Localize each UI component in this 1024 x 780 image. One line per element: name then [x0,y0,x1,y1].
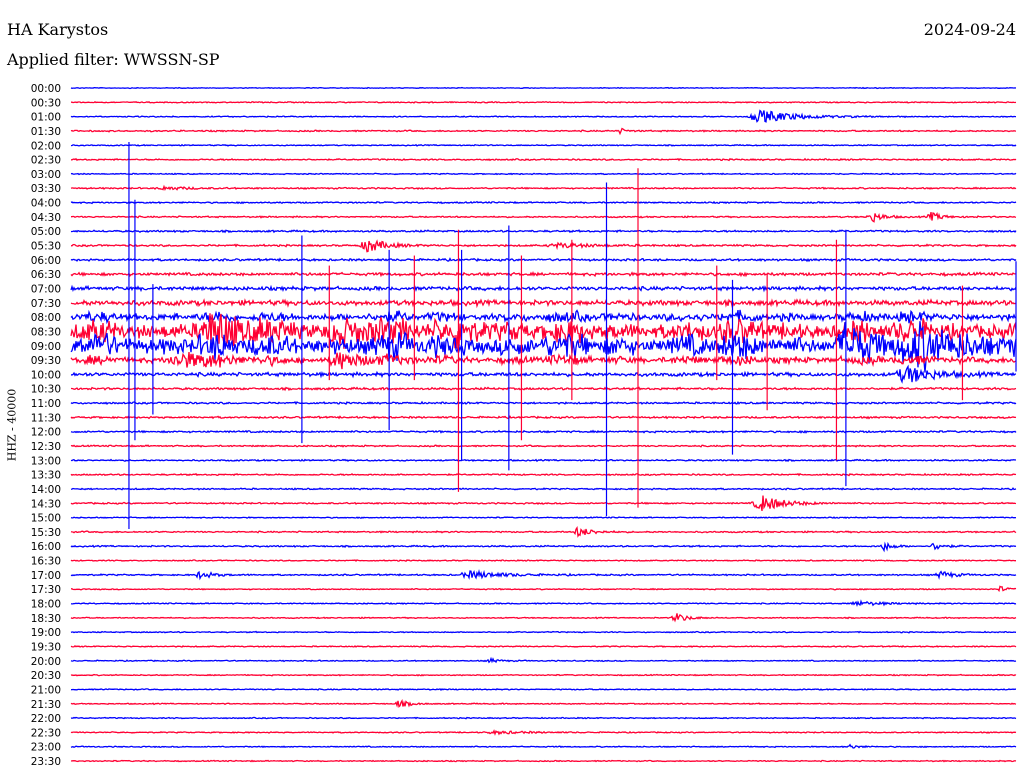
row-time-label: 21:30 [31,699,61,711]
row-time-label: 09:00 [31,341,61,353]
trace-row-2200 [70,716,1017,720]
row-time-label: 08:00 [31,312,61,324]
row-time-label: 05:00 [31,226,61,238]
row-time-label: 11:30 [31,412,61,424]
trace-row-1330 [70,472,1017,477]
trace-row-1230 [70,444,1017,448]
row-time-label: 06:30 [31,269,61,281]
row-time-label: 07:30 [31,298,61,310]
row-time-label: 10:30 [31,384,61,396]
row-time-label: 01:30 [31,126,61,138]
trace-row-1200 [70,429,1017,434]
row-time-label: 23:30 [31,756,61,768]
row-time-label: 18:00 [31,599,61,611]
trace-row-1600 [70,541,1017,553]
row-time-label: 18:30 [31,613,61,625]
trace-row-1000 [70,364,1017,384]
row-time-label: 20:30 [31,670,61,682]
row-time-label: 09:30 [31,355,61,367]
trace-row-1630 [70,559,1016,562]
trace-row-0630 [70,271,1016,278]
row-time-label: 11:00 [31,398,61,410]
trace-row-1100 [70,400,1017,406]
row-time-label: 04:30 [31,212,61,224]
row-time-label: 13:00 [31,455,61,467]
trace-row-0930 [70,352,1017,370]
row-time-label: 22:00 [31,713,61,725]
trace-row-0200 [70,143,1017,147]
trace-row-1030 [71,386,1017,392]
row-time-label: 00:30 [31,97,61,109]
trace-row-0300 [70,172,1017,176]
trace-row-0730 [70,298,1017,309]
trace-row-0230 [71,157,1017,162]
row-time-label: 17:30 [31,584,61,596]
trace-row-2030 [70,673,1017,677]
trace-row-0600 [70,257,1017,263]
trace-row-1430 [70,495,1017,512]
trace-row-0400 [70,200,1017,205]
trace-row-0100 [70,109,1016,123]
trace-row-0430 [71,211,1017,223]
row-time-label: 03:30 [31,183,61,195]
helicorder-plot: 00:00 00:30 01:00 01:30 02:00 02:30 03:00 03:30… [31,83,1017,768]
row-time-label: 13:30 [31,470,61,482]
trace-row-1800 [70,599,1017,607]
row-time-label: 19:30 [31,641,61,653]
row-time-label: 22:30 [31,727,61,739]
trace-row-0500 [70,229,1017,234]
row-time-label: 05:30 [31,241,61,253]
trace-row-2100 [70,687,1017,691]
trace-row-1930 [70,645,1017,648]
row-time-label: 19:00 [31,627,61,639]
row-time-label: 16:30 [31,556,61,568]
trace-row-1530 [70,525,1017,538]
trace-row-0530 [70,239,1017,253]
trace-row-1130 [70,415,1017,420]
row-time-label: 10:00 [31,369,61,381]
trace-row-2300 [70,743,1017,749]
row-time-label: 14:30 [31,498,61,510]
row-time-label: 16:00 [31,541,61,553]
row-time-label: 12:00 [31,427,61,439]
row-time-label: 03:00 [31,169,61,181]
trace-row-1700 [70,569,1017,581]
row-time-label: 23:00 [31,742,61,754]
trace-row-1400 [70,487,1017,491]
row-time-label: 17:00 [31,570,61,582]
trace-row-2000 [70,656,1017,664]
trace-row-0030 [71,100,1017,104]
trace-row-1300 [70,458,1017,463]
row-time-label: 15:00 [31,513,61,525]
row-time-label: 08:30 [31,326,61,338]
row-time-label: 12:30 [31,441,61,453]
row-time-label: 20:00 [31,656,61,668]
trace-row-0000 [70,86,1017,90]
row-time-label: 21:00 [31,684,61,696]
row-time-label: 00:00 [31,83,61,95]
row-time-label: 06:00 [31,255,61,267]
trace-row-2230 [70,729,1017,736]
trace-row-1500 [70,516,1017,520]
trace-row-1830 [70,613,1017,623]
row-time-label: 04:00 [31,198,61,210]
trace-row-1730 [71,585,1017,593]
row-time-label: 01:00 [31,112,61,124]
row-time-label: 14:00 [31,484,61,496]
row-time-label: 07:00 [31,283,61,295]
trace-row-2130 [70,698,1017,708]
trace-row-0330 [70,184,1017,192]
row-time-label: 02:00 [31,140,61,152]
row-time-label: 15:30 [31,527,61,539]
trace-row-0700 [70,284,1017,293]
trace-row-1900 [70,630,1017,634]
row-time-label: 02:30 [31,155,61,167]
trace-row-0130 [70,127,1017,136]
trace-row-2330 [70,759,1017,763]
